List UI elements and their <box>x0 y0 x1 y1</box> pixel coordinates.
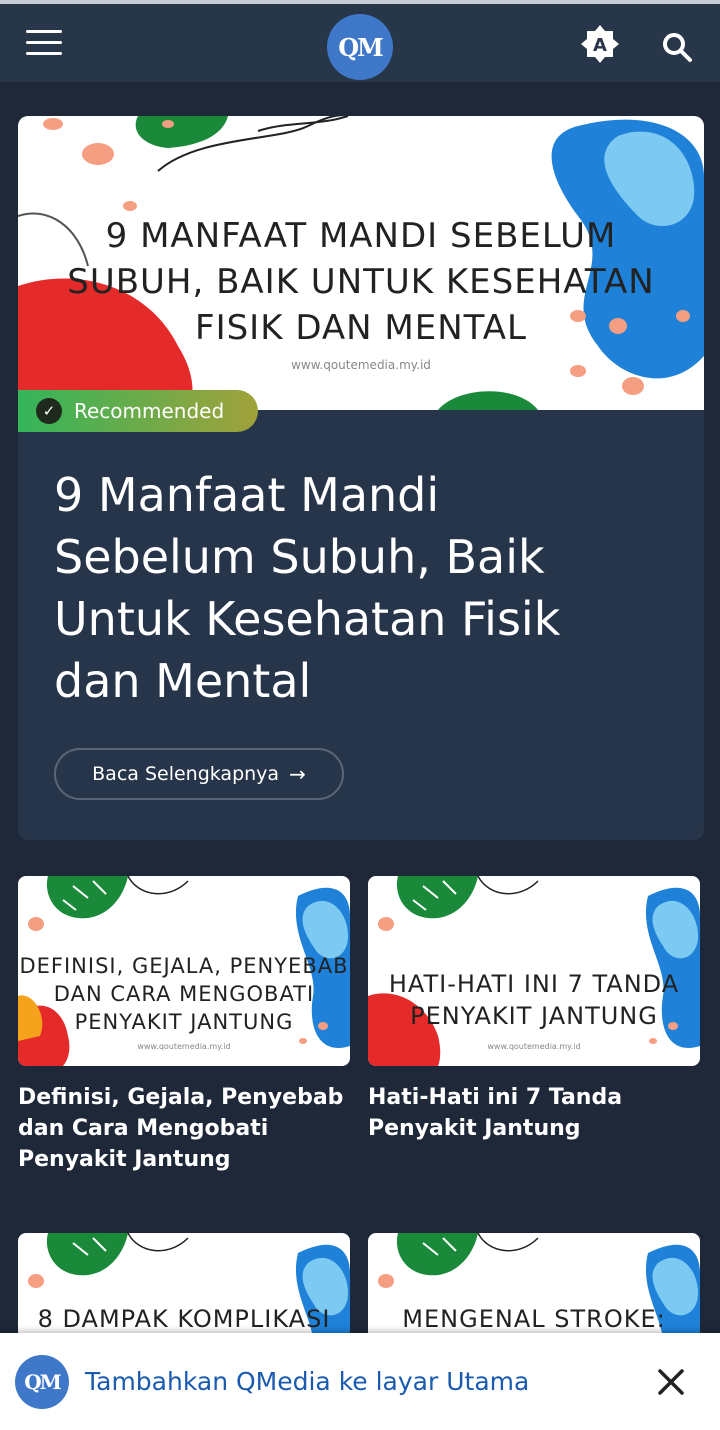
post-image-url: www.qoutemedia.my.id <box>137 1042 231 1051</box>
post-image-caption-line: MENGENAL STROKE: <box>402 1305 666 1333</box>
featured-post-title[interactable]: 9 Manfaat Mandi Sebelum Subuh, Baik Untu… <box>54 464 654 712</box>
post-image-caption-line: HATI-HATI INI 7 TANDA <box>388 970 680 998</box>
arrow-right-icon: → <box>289 762 306 786</box>
recommended-badge: ✓ Recommended <box>18 390 258 432</box>
add-to-homescreen-link[interactable]: Tambahkan QMedia ke layar Utama <box>85 1367 529 1396</box>
featured-image-caption-line: FISIK DAN MENTAL <box>195 308 527 348</box>
add-to-homescreen-banner: QM Tambahkan QMedia ke layar Utama <box>0 1333 720 1430</box>
featured-post-image[interactable]: 9 MANFAAT MANDI SEBELUM SUBUH, BAIK UNTU… <box>18 116 704 410</box>
post-image-url: www.qoutemedia.my.id <box>487 1042 581 1051</box>
top-app-bar: QM A <box>0 4 720 82</box>
post-image-caption-line: PENYAKIT JANTUNG <box>410 1002 658 1030</box>
verified-check-icon: ✓ <box>36 398 62 424</box>
app-logo: QM <box>15 1355 69 1409</box>
read-more-label: Baca Selengkapnya <box>92 763 280 785</box>
post-image-caption-line: PENYAKIT JANTUNG <box>74 1010 294 1034</box>
search-icon[interactable] <box>660 30 694 64</box>
post-card-title[interactable]: Definisi, Gejala, Penyebab dan Cara Meng… <box>18 1082 358 1175</box>
post-card-title[interactable]: Hati-Hati ini 7 Tanda Penyakit Jantung <box>368 1082 708 1144</box>
post-image-caption-line: DEFINISI, GEJALA, PENYEBAB <box>19 954 349 978</box>
featured-image-caption-line: 9 MANFAAT MANDI SEBELUM <box>105 216 617 256</box>
post-image-caption-line: 8 DAMPAK KOMPLIKASI <box>37 1305 331 1333</box>
post-card-image[interactable]: DEFINISI, GEJALA, PENYEBAB DAN CARA MENG… <box>18 876 350 1066</box>
read-more-button[interactable]: Baca Selengkapnya → <box>54 748 344 800</box>
featured-image-url: www.qoutemedia.my.id <box>291 358 431 372</box>
svg-text:A: A <box>593 35 607 56</box>
post-card-image[interactable]: HATI-HATI INI 7 TANDA PENYAKIT JANTUNG w… <box>368 876 700 1066</box>
close-icon[interactable] <box>654 1365 688 1399</box>
brightness-auto-icon[interactable]: A <box>580 24 620 64</box>
post-image-caption-line: DAN CARA MENGOBATI <box>53 982 315 1006</box>
featured-post-card[interactable]: 9 MANFAAT MANDI SEBELUM SUBUH, BAIK UNTU… <box>18 116 704 840</box>
hamburger-icon[interactable] <box>26 30 62 56</box>
featured-image-caption-line: SUBUH, BAIK UNTUK KESEHATAN <box>67 262 655 302</box>
recommended-badge-label: Recommended <box>74 399 225 423</box>
site-logo[interactable]: QM <box>327 14 393 80</box>
